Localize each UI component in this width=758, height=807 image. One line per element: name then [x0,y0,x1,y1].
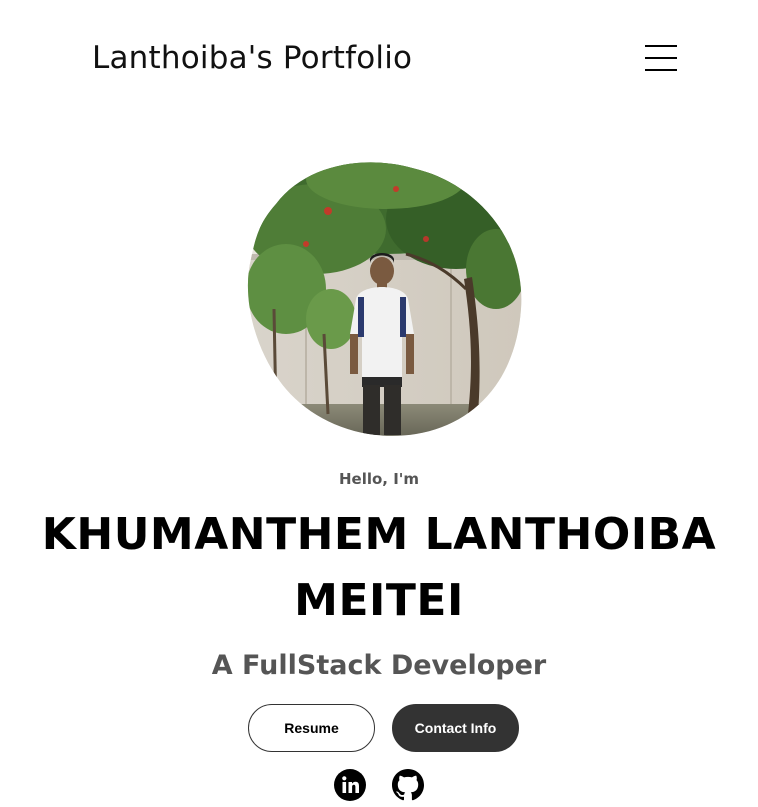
hamburger-line [645,45,677,47]
page: Lanthoiba's Portfolio Hello, I'm KHUMANT… [0,0,758,807]
github-icon[interactable] [391,768,425,802]
greeting-text: Hello, I'm [338,470,420,488]
github-icon-graphic [392,769,424,801]
resume-button[interactable]: Resume [248,704,375,752]
linkedin-icon[interactable] [333,768,367,802]
hero-name: KHUMANTHEM LANTHOIBA MEITEI [41,509,717,626]
profile-photo-illustration [247,162,522,436]
nav-logo[interactable]: Lanthoiba's Portfolio [92,38,412,78]
hamburger-line [645,69,677,71]
contact-info-button[interactable]: Contact Info [392,704,519,752]
hero-role: A FullStack Developer [211,650,547,681]
linkedin-icon-graphic [334,769,366,801]
profile-picture [246,159,522,436]
hamburger-menu-icon[interactable] [645,45,677,71]
hamburger-line [645,57,677,59]
